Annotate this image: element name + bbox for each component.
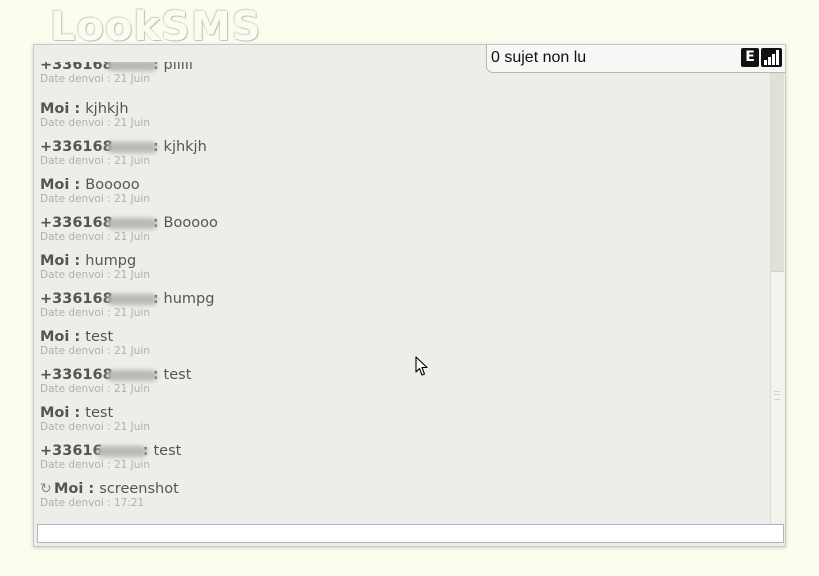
- message-date: Date denvoi : 21 Juin: [40, 421, 151, 433]
- message-text: test: [85, 329, 114, 345]
- message-list[interactable]: +336168: pilili Date denvoi : 21 Juin Moi …: [34, 45, 771, 523]
- signal-bars-icon: [761, 48, 782, 67]
- redacted-number: [106, 217, 157, 229]
- message-sender: Moi: [54, 481, 84, 497]
- message-item: Moi : humpg Date denvoi : 21 Juin: [40, 252, 150, 281]
- message-item: Moi : Booooo Date denvoi : 21 Juin: [40, 176, 150, 205]
- message-text: Booooo: [85, 177, 140, 193]
- message-sender: +33616: [40, 443, 103, 459]
- message-scrollbar[interactable]: [770, 73, 785, 523]
- message-text: humpg: [163, 291, 215, 307]
- sender-separator: :: [69, 329, 86, 345]
- redacted-number: [106, 369, 157, 381]
- sender-separator: :: [69, 101, 86, 117]
- message-item: +336168: test Date denvoi : 21 Juin: [40, 366, 191, 395]
- message-item: +336168: Booooo Date denvoi : 21 Juin: [40, 214, 218, 243]
- message-sender: Moi: [40, 253, 70, 269]
- sender-separator: :: [83, 481, 100, 497]
- message-text: test: [85, 405, 114, 421]
- sender-separator: :: [69, 405, 86, 421]
- message-sender: +336168: [40, 215, 113, 231]
- message-item: Moi : test Date denvoi : 21 Juin: [40, 404, 150, 433]
- message-sender: Moi: [40, 101, 70, 117]
- scrollbar-grip-icon: [774, 391, 780, 400]
- message-text: screenshot: [99, 481, 179, 497]
- message-date: Date denvoi : 21 Juin: [40, 345, 151, 357]
- message-text: kjhkjh: [85, 101, 129, 117]
- message-sender: +336168: [40, 139, 113, 155]
- status-bar: 0 sujet non lu E: [486, 45, 785, 73]
- message-text: humpg: [85, 253, 137, 269]
- message-sender: Moi: [40, 329, 70, 345]
- message-date: Date denvoi : 21 Juin: [40, 269, 151, 281]
- message-date: Date denvoi : 21 Juin: [40, 117, 151, 129]
- message-item: +33616: test Date denvoi : 21 Juin: [40, 442, 181, 471]
- sender-separator: :: [69, 177, 86, 193]
- message-sender: Moi: [40, 405, 70, 421]
- message-text: kjhkjh: [163, 139, 207, 155]
- message-item: +336168: pilili Date denvoi : 21 Juin: [40, 57, 193, 85]
- message-item: Moi : test Date denvoi : 21 Juin: [40, 328, 150, 357]
- message-text: test: [153, 443, 182, 459]
- message-item: +336168: humpg Date denvoi : 21 Juin: [40, 290, 214, 319]
- message-sender: +336168: [40, 367, 113, 383]
- redacted-number: [106, 141, 157, 153]
- redacted-number: [106, 293, 157, 305]
- message-text: test: [163, 367, 192, 383]
- message-item: Moi : kjhkjh Date denvoi : 21 Juin: [40, 100, 150, 129]
- message-sender: +336168: [40, 291, 113, 307]
- sms-window: +336168: pilili Date denvoi : 21 Juin Moi …: [33, 44, 786, 547]
- message-sender: Moi: [40, 177, 70, 193]
- compose-input[interactable]: [37, 524, 784, 543]
- network-type-badge: E: [741, 48, 759, 67]
- scrollbar-thumb[interactable]: [771, 73, 784, 272]
- redacted-number: [96, 445, 147, 457]
- message-item: ↻ Moi : screenshot Date denvoi : 17:21: [40, 480, 179, 509]
- message-text: pilili: [163, 57, 193, 73]
- redacted-number: [106, 62, 157, 71]
- mouse-pointer-icon: [415, 356, 428, 376]
- message-item: +336168: kjhkjh Date denvoi : 21 Juin: [40, 138, 207, 167]
- sender-separator: :: [69, 253, 86, 269]
- message-date: Date denvoi : 21 Juin: [40, 193, 151, 205]
- message-sender: +336168: [40, 57, 113, 73]
- message-text: Booooo: [163, 215, 218, 231]
- unread-count: 0 sujet non lu: [491, 49, 587, 66]
